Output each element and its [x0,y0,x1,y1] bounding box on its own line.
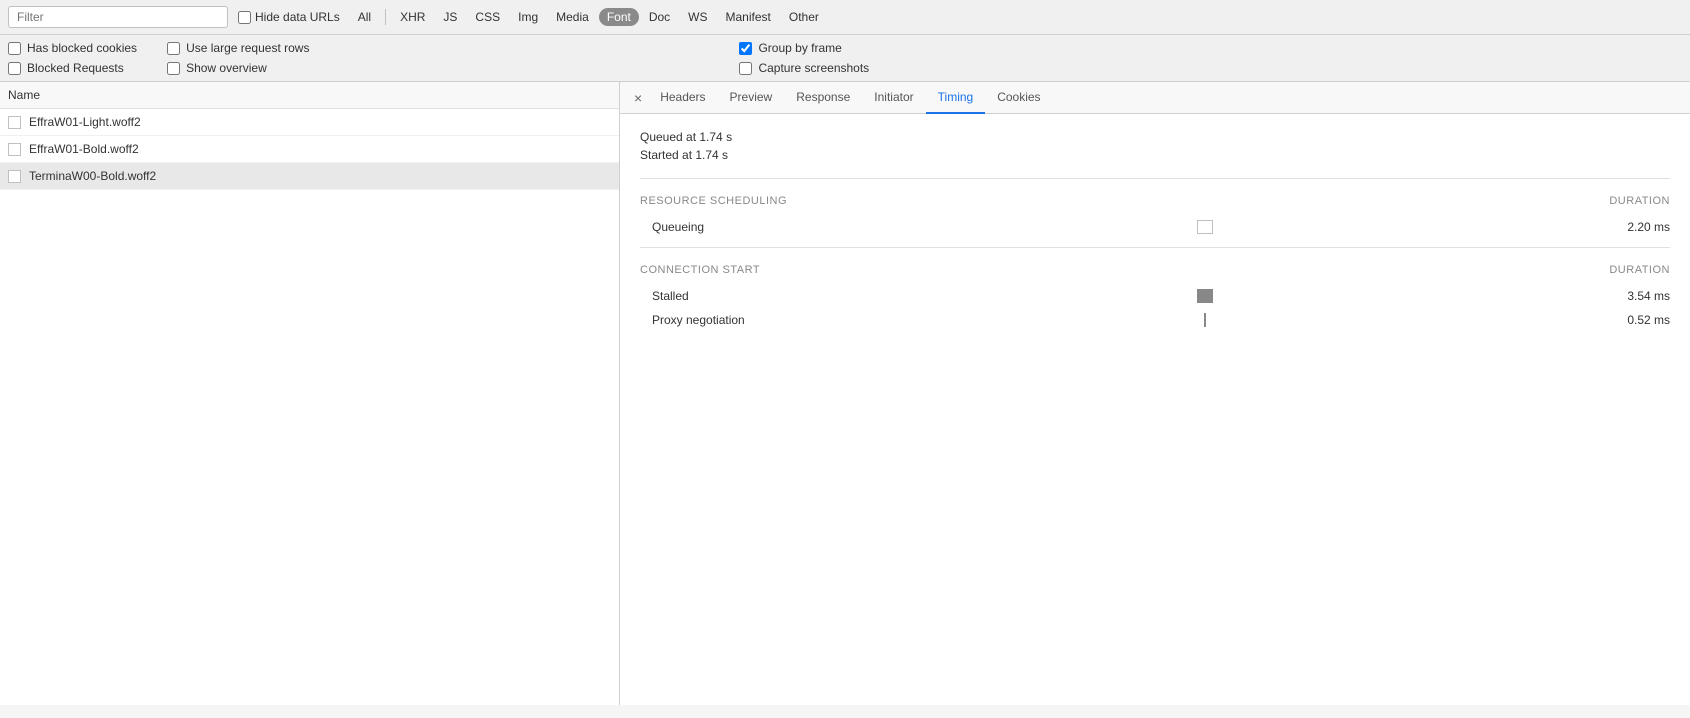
file-checkbox [8,170,21,183]
stalled-row: Stalled 3.54 ms [640,284,1670,308]
connection-start-header: Connection Start DURATION [640,264,1670,276]
file-name: TerminaW00-Bold.woff2 [29,169,156,183]
left-panel: Name EffraW01-Light.woff2 EffraW01-Bold.… [0,82,620,705]
top-bar: Hide data URLs All XHR JS CSS Img Media … [0,0,1690,35]
divider2 [640,247,1670,248]
stalled-bar [1197,289,1213,303]
group-by-frame-checkbox[interactable] [739,42,752,55]
file-checkbox [8,143,21,156]
use-large-rows-option: Use large request rows [167,41,309,55]
queueing-bar [1197,220,1213,234]
filter-type-xhr[interactable]: XHR [392,8,433,26]
filter-input[interactable] [8,6,228,28]
file-name: EffraW01-Light.woff2 [29,115,141,129]
options-left: Has blocked cookies Blocked Requests [8,41,137,75]
capture-screenshots-option: Capture screenshots [739,61,869,75]
started-at: Started at 1.74 s [640,148,1670,162]
proxy-duration: 0.52 ms [1590,313,1670,327]
capture-screenshots-checkbox[interactable] [739,62,752,75]
filter-type-css[interactable]: CSS [467,8,508,26]
filter-type-other[interactable]: Other [781,8,827,26]
hide-data-urls-checkbox[interactable] [238,11,251,24]
queueing-duration: 2.20 ms [1590,220,1670,234]
group-by-frame-label: Group by frame [758,41,841,55]
queueing-bar-container [820,220,1590,234]
divider [640,178,1670,179]
proxy-bar-container [820,313,1590,327]
connection-start-duration-label: DURATION [1609,264,1670,276]
name-header: Name [0,82,619,109]
tab-initiator: Initiator [862,82,925,114]
file-name: EffraW01-Bold.woff2 [29,142,139,156]
tab-cookies[interactable]: Cookies [985,82,1052,114]
tab-headers: Headers [648,82,717,114]
options-bar: Has blocked cookies Blocked Requests Use… [0,35,1690,82]
resource-scheduling-duration-label: DURATION [1609,195,1670,207]
capture-screenshots-label: Capture screenshots [758,61,869,75]
options-middle: Use large request rows Show overview [167,41,309,75]
show-overview-checkbox[interactable] [167,62,180,75]
list-item[interactable]: EffraW01-Light.woff2 [0,109,619,136]
resource-scheduling-title: Resource Scheduling [640,195,787,207]
file-list: EffraW01-Light.woff2 EffraW01-Bold.woff2… [0,109,619,705]
options-right: Group by frame Capture screenshots [739,41,869,75]
filter-type-font[interactable]: Font [599,8,639,26]
has-blocked-cookies-label: Has blocked cookies [27,41,137,55]
has-blocked-cookies-checkbox[interactable] [8,42,21,55]
stalled-duration: 3.54 ms [1590,289,1670,303]
filter-type-doc[interactable]: Doc [641,8,678,26]
connection-start-title: Connection Start [640,264,760,276]
group-by-frame-option: Group by frame [739,41,869,55]
filter-type-img[interactable]: Img [510,8,546,26]
blocked-requests-label: Blocked Requests [27,61,124,75]
has-blocked-cookies-option: Has blocked cookies [8,41,137,55]
stalled-label: Stalled [640,289,820,303]
proxy-label: Proxy negotiation [640,313,820,327]
list-item[interactable]: TerminaW00-Bold.woff2 [0,163,619,190]
timing-content: Queued at 1.74 s Started at 1.74 s Resou… [620,114,1690,705]
use-large-rows-checkbox[interactable] [167,42,180,55]
filter-types: All XHR JS CSS Img Media Font Doc WS Man… [350,8,827,26]
list-item[interactable]: EffraW01-Bold.woff2 [0,136,619,163]
blocked-requests-checkbox[interactable] [8,62,21,75]
resource-scheduling-header: Resource Scheduling DURATION [640,195,1670,207]
blocked-requests-option: Blocked Requests [8,61,137,75]
main-content: Name EffraW01-Light.woff2 EffraW01-Bold.… [0,82,1690,705]
queueing-row: Queueing 2.20 ms [640,215,1670,239]
filter-type-ws[interactable]: WS [680,8,715,26]
hide-data-urls-option: Hide data URLs [238,10,340,24]
filter-type-manifest[interactable]: Manifest [718,8,779,26]
stalled-bar-container [820,289,1590,303]
right-panel: × Headers Preview Response Initiator Tim… [620,82,1690,705]
tab-response: Response [784,82,862,114]
proxy-bar [1204,313,1206,327]
timing-header-info: Queued at 1.74 s Started at 1.74 s [640,130,1670,162]
tabs-bar: × Headers Preview Response Initiator Tim… [620,82,1690,114]
use-large-rows-label: Use large request rows [186,41,309,55]
filter-type-js[interactable]: JS [435,8,465,26]
show-overview-label: Show overview [186,61,267,75]
hide-data-urls-label: Hide data URLs [255,10,340,24]
queued-at: Queued at 1.74 s [640,130,1670,144]
filter-type-all[interactable]: All [350,8,379,26]
proxy-row: Proxy negotiation 0.52 ms [640,308,1670,332]
tab-timing[interactable]: Timing [926,82,986,114]
show-overview-option: Show overview [167,61,309,75]
close-button[interactable]: × [628,83,648,113]
file-checkbox [8,116,21,129]
tab-preview: Preview [718,82,785,114]
queueing-label: Queueing [640,220,820,234]
filter-type-media[interactable]: Media [548,8,597,26]
